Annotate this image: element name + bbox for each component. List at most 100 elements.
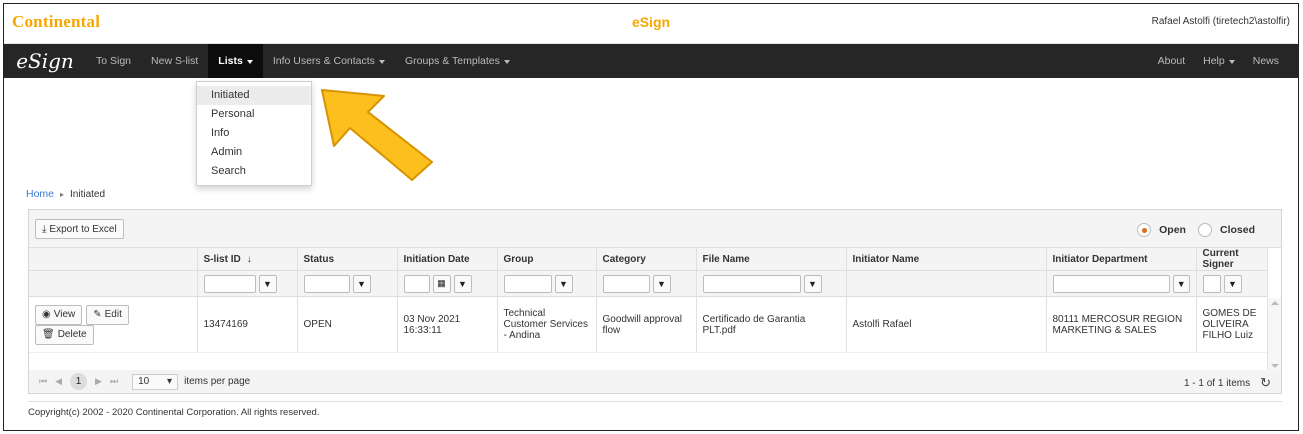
open-label: Open xyxy=(1159,224,1186,236)
prev-page-icon[interactable]: ◀ xyxy=(55,376,62,387)
page-size-select[interactable]: 10 ▾ xyxy=(132,373,179,390)
filter-group-input[interactable] xyxy=(503,274,552,293)
app-title: eSign xyxy=(631,14,671,30)
open-radio[interactable] xyxy=(1137,223,1152,237)
caret-down-icon xyxy=(378,59,385,64)
filter-cell-date: ▦ ▼ xyxy=(397,270,498,297)
nav-lists[interactable]: Lists xyxy=(208,44,263,78)
filter-category-input[interactable] xyxy=(602,274,650,293)
menu-item-search[interactable]: Search xyxy=(197,162,311,181)
nav-about[interactable]: About xyxy=(1149,44,1194,78)
nav-groups-label: Groups & Templates xyxy=(404,55,500,67)
col-initiation-date-header[interactable]: Initiation Date xyxy=(397,248,498,271)
export-label: Export to Excel xyxy=(49,223,117,235)
sort-desc-icon: ↓ xyxy=(246,253,252,265)
last-page-icon[interactable]: ⏭ xyxy=(110,376,118,387)
col-category-header[interactable]: Category xyxy=(596,248,697,271)
delete-button[interactable]: 🗑 Delete xyxy=(35,324,94,345)
nav-help-label: Help xyxy=(1203,55,1225,67)
pencil-icon: ✎ xyxy=(93,309,102,320)
breadcrumb-home-link[interactable]: Home xyxy=(26,188,54,200)
filter-icon[interactable]: ▼ xyxy=(652,274,671,293)
filter-icon[interactable]: ▼ xyxy=(258,274,277,293)
col-slist-id-label: S-list ID xyxy=(203,253,241,265)
download-icon: ⤓ xyxy=(42,223,47,235)
col-group-header[interactable]: Group xyxy=(497,248,597,271)
cell-initiation-date: 03 Nov 2021 16:33:11 xyxy=(397,296,498,353)
table-row[interactable]: ◉ View ✎ Edit 🗑 Delete 13474169 OPEN 03 Nov 2… xyxy=(29,296,1268,353)
col-file-name-header[interactable]: File Name xyxy=(696,248,847,271)
nav-info-users-contacts[interactable]: Info Users & Contacts xyxy=(263,44,395,78)
view-button[interactable]: ◉ View xyxy=(35,304,83,325)
filter-current-signer-input[interactable] xyxy=(1202,274,1221,293)
grid-pager: ⏮ ◀ 1 ▶ ⏭ 10 ▾ items per page 1 - 1 of 1… xyxy=(28,370,1282,394)
calendar-icon[interactable]: ▦ xyxy=(432,274,451,293)
refresh-icon[interactable]: ↻ xyxy=(1260,375,1271,391)
scroll-up-icon[interactable] xyxy=(1271,301,1279,305)
filter-slist-id-input[interactable] xyxy=(203,274,256,293)
slist-grid: ⤓ Export to Excel Open Closed S-list ID ↓ xyxy=(28,209,1282,377)
nav-info-label: Info Users & Contacts xyxy=(272,55,375,67)
cell-current-signer: GOMES DE OLIVEIRA FILHO Luiz xyxy=(1196,296,1268,353)
col-initiator-department-header[interactable]: Initiator Department xyxy=(1046,248,1197,271)
current-page-button[interactable]: 1 xyxy=(70,373,88,390)
cell-initiator-name: Astolfi Rafael xyxy=(846,296,1047,353)
filter-icon[interactable]: ▼ xyxy=(453,274,472,293)
filter-icon[interactable]: ▼ xyxy=(554,274,573,293)
filter-department-input[interactable] xyxy=(1052,274,1170,293)
menu-item-admin[interactable]: Admin xyxy=(197,143,311,162)
export-to-excel-button[interactable]: ⤓ Export to Excel xyxy=(35,219,124,239)
cell-file-name: Certificado de Garantia PLT.pdf xyxy=(696,296,847,353)
nav-new-slist[interactable]: New S-list xyxy=(141,44,208,78)
first-page-icon[interactable]: ⏮ xyxy=(39,376,47,387)
filter-icon[interactable]: ▼ xyxy=(1172,274,1190,293)
caret-down-icon xyxy=(503,59,510,64)
delete-label: Delete xyxy=(57,329,87,340)
grid-toolbar: ⤓ Export to Excel Open Closed xyxy=(29,210,1281,248)
col-initiator-name-header[interactable]: Initiator Name xyxy=(846,248,1047,271)
vertical-scrollbar[interactable] xyxy=(1267,298,1281,371)
cell-category: Goodwill approval flow xyxy=(596,296,697,353)
closed-radio[interactable] xyxy=(1197,223,1212,237)
menu-item-info[interactable]: Info xyxy=(197,124,311,143)
trash-icon: 🗑 xyxy=(42,329,55,340)
filter-icon[interactable]: ▼ xyxy=(803,274,822,293)
chevron-down-icon: ▾ xyxy=(167,376,173,387)
nav-news[interactable]: News xyxy=(1244,44,1288,78)
breadcrumb-current: Initiated xyxy=(70,188,106,200)
scroll-down-icon[interactable] xyxy=(1271,364,1279,368)
nav-right: About Help News xyxy=(1149,44,1288,78)
footer-divider xyxy=(28,401,1282,402)
col-current-signer-header[interactable]: Current Signer xyxy=(1196,248,1268,271)
filter-file-name-input[interactable] xyxy=(702,274,801,293)
pager-info: 1 - 1 of 1 items ↻ xyxy=(1184,375,1271,391)
nav-help[interactable]: Help xyxy=(1194,44,1244,78)
filter-row: ▼ ▼ ▦ ▼ ▼ ▼ ▼ ▼ ▼ xyxy=(29,270,1268,297)
cell-slist-id: 13474169 xyxy=(197,296,298,353)
row-actions-cell: ◉ View ✎ Edit 🗑 Delete xyxy=(29,296,198,353)
edit-button[interactable]: ✎ Edit xyxy=(86,304,129,325)
nav-groups-templates[interactable]: Groups & Templates xyxy=(395,44,520,78)
menu-item-personal[interactable]: Personal xyxy=(197,105,311,124)
nav-lists-label: Lists xyxy=(218,55,243,67)
filter-cell-category: ▼ xyxy=(596,270,697,297)
lists-dropdown-menu: Initiated Personal Info Admin Search xyxy=(196,81,312,186)
top-header: Continental eSign Rafael Astolfi (tirete… xyxy=(4,4,1298,44)
menu-item-initiated[interactable]: Initiated xyxy=(197,86,311,105)
nav-to-sign[interactable]: To Sign xyxy=(86,44,141,78)
filter-icon[interactable]: ▼ xyxy=(352,274,371,293)
filter-cell-slist-id: ▼ xyxy=(197,270,298,297)
filter-date-input[interactable] xyxy=(403,274,430,293)
filter-cell-group: ▼ xyxy=(497,270,597,297)
esign-brand-logo[interactable]: eSign xyxy=(4,44,86,78)
filter-status-input[interactable] xyxy=(303,274,350,293)
filter-icon[interactable]: ▼ xyxy=(1223,274,1242,293)
view-label: View xyxy=(53,309,76,320)
closed-label: Closed xyxy=(1219,224,1255,236)
filter-cell-initiator-name xyxy=(846,270,1047,297)
col-status-header[interactable]: Status xyxy=(297,248,398,271)
col-slist-id-header[interactable]: S-list ID ↓ xyxy=(197,248,298,271)
next-page-icon[interactable]: ▶ xyxy=(95,376,102,387)
eye-icon: ◉ xyxy=(42,309,51,320)
status-radio-group: Open Closed xyxy=(1137,223,1267,237)
